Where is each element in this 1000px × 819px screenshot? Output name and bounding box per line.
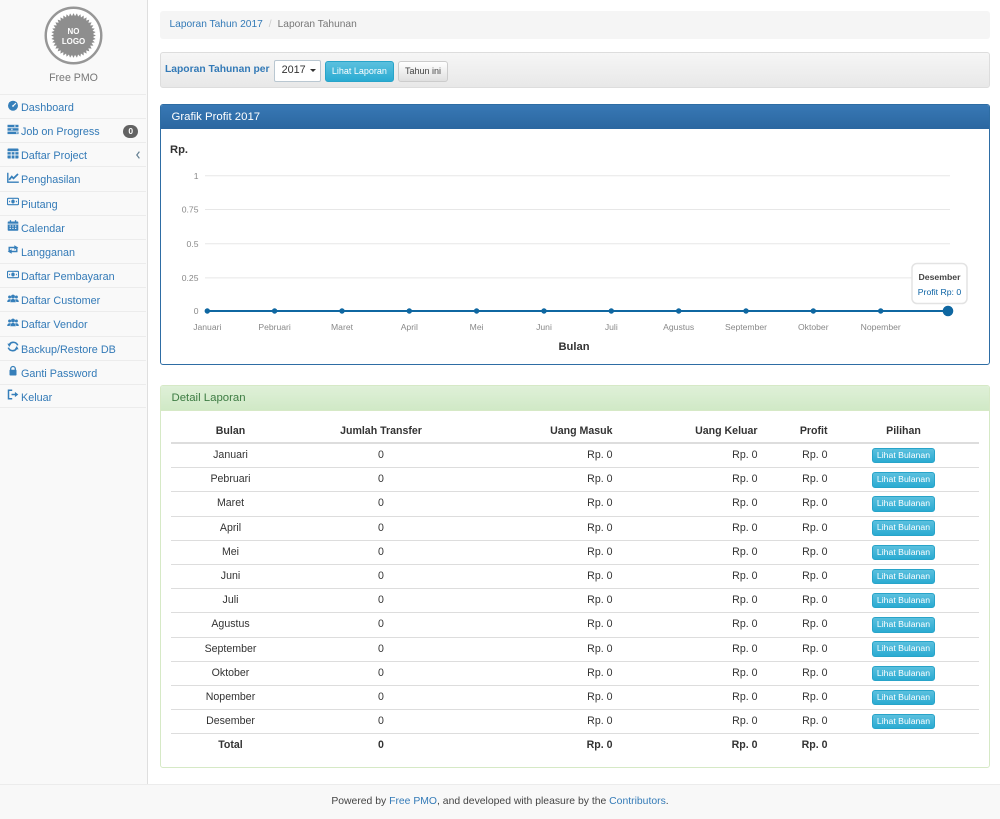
svg-text:Bulan: Bulan	[558, 341, 589, 353]
svg-text:Mei: Mei	[469, 322, 483, 332]
svg-text:Agustus: Agustus	[663, 322, 694, 332]
svg-text:NO: NO	[68, 27, 80, 36]
svg-text:Januari: Januari	[193, 322, 221, 332]
svg-text:Rp.: Rp.	[170, 144, 188, 156]
svg-text:Nopember: Nopember	[860, 322, 900, 332]
svg-text:1: 1	[193, 171, 198, 181]
svg-text:0: 0	[193, 306, 198, 316]
svg-text:Juni: Juni	[536, 322, 552, 332]
svg-text:Desember: Desember	[918, 272, 961, 282]
svg-text:0.25: 0.25	[181, 273, 198, 283]
svg-text:0.5: 0.5	[186, 239, 198, 249]
svg-text:LOGO: LOGO	[62, 37, 85, 46]
svg-text:Maret: Maret	[331, 322, 354, 332]
svg-text:Oktober: Oktober	[798, 322, 829, 332]
svg-text:Profit Rp: 0: Profit Rp: 0	[917, 287, 961, 297]
svg-text:September: September	[724, 322, 766, 332]
svg-text:Pebruari: Pebruari	[258, 322, 291, 332]
svg-text:Juli: Juli	[604, 322, 617, 332]
svg-text:0.75: 0.75	[181, 205, 198, 215]
svg-text:April: April	[400, 322, 417, 332]
